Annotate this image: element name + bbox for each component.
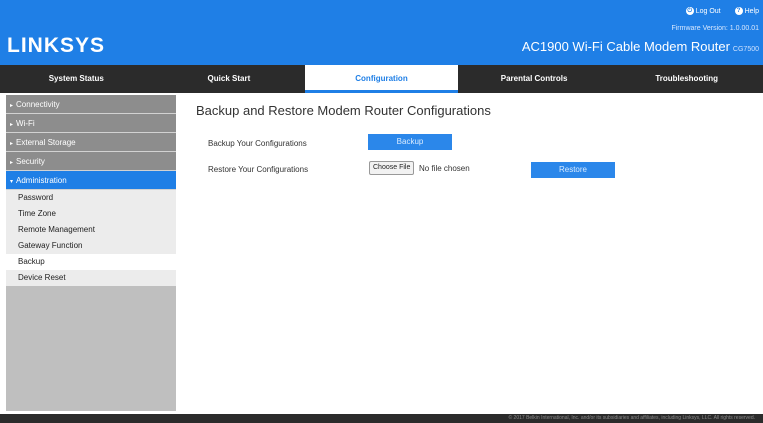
file-status-text: No file chosen — [419, 164, 470, 173]
caret-right-icon: ▸ — [10, 103, 14, 109]
model-number: CG7500 — [732, 46, 759, 53]
sidebar-subitem-remote-management[interactable]: Remote Management — [6, 222, 176, 238]
model-title: AC1900 Wi-Fi Cable Modem Router — [521, 39, 730, 54]
caret-right-icon: ▸ — [10, 160, 14, 166]
sidebar-item-security[interactable]: ▸ Security — [6, 152, 176, 171]
tab-troubleshooting[interactable]: Troubleshooting — [610, 65, 763, 93]
sidebar-subitem-password[interactable]: Password — [6, 190, 176, 206]
logout-link[interactable]: ⏻ Log Out — [685, 7, 721, 15]
sidebar-subitem-time-zone[interactable]: Time Zone — [6, 206, 176, 222]
caret-right-icon: ▸ — [10, 141, 14, 147]
power-icon: ⏻ — [685, 7, 694, 15]
logout-label: Log Out — [695, 7, 721, 15]
caret-right-icon: ▸ — [10, 122, 14, 128]
sidebar-item-connectivity[interactable]: ▸ Connectivity — [6, 95, 176, 114]
firmware-version: Firmware Version: 1.0.00.01 — [671, 25, 759, 32]
restore-button[interactable]: Restore — [531, 162, 615, 178]
main-content: Backup and Restore Modem Router Configur… — [194, 95, 759, 411]
copyright-text: © 2017 Belkin International, Inc. and/or… — [508, 415, 755, 421]
sidebar-subitem-gateway-function[interactable]: Gateway Function — [6, 238, 176, 254]
sidebar-item-label: Connectivity — [16, 100, 60, 109]
header-bar: LINKSYS ⏻ Log Out ? Help Firmware Version:… — [0, 0, 763, 65]
sidebar-item-label: Security — [16, 157, 45, 166]
backup-button[interactable]: Backup — [368, 134, 452, 150]
sidebar-item-label: External Storage — [16, 138, 76, 147]
help-icon: ? — [734, 7, 743, 15]
sidebar-item-wifi[interactable]: ▸ Wi-Fi — [6, 114, 176, 133]
sidebar-item-label: Administration — [16, 176, 67, 185]
tab-quick-start[interactable]: Quick Start — [153, 65, 306, 93]
tab-system-status[interactable]: System Status — [0, 65, 153, 93]
main-nav: System Status Quick Start Configuration … — [0, 65, 763, 93]
sidebar-subitem-backup[interactable]: Backup — [6, 254, 176, 270]
backup-label: Backup Your Configurations — [208, 139, 307, 148]
help-label: Help — [744, 7, 759, 15]
sidebar-item-external-storage[interactable]: ▸ External Storage — [6, 133, 176, 152]
page-title: Backup and Restore Modem Router Configur… — [196, 103, 491, 118]
sidebar: ▸ Connectivity ▸ Wi-Fi ▸ External Storage ▸… — [6, 95, 176, 411]
tab-parental-controls[interactable]: Parental Controls — [458, 65, 611, 93]
sidebar-subitem-device-reset[interactable]: Device Reset — [6, 270, 176, 286]
choose-file-button[interactable]: Choose File — [369, 161, 415, 175]
model-name: AC1900 Wi-Fi Cable Modem Router CG7500 — [522, 39, 759, 54]
linksys-logo: LINKSYS — [7, 34, 106, 57]
top-links: ⏻ Log Out ? Help — [674, 7, 759, 15]
caret-down-icon: ▾ — [10, 179, 14, 185]
restore-label: Restore Your Configurations — [208, 165, 309, 174]
sidebar-item-label: Wi-Fi — [16, 119, 35, 128]
tab-configuration[interactable]: Configuration — [305, 65, 458, 93]
footer-bar: © 2017 Belkin International, Inc. and/or… — [0, 414, 763, 423]
sidebar-item-administration[interactable]: ▾ Administration — [6, 171, 176, 190]
help-link[interactable]: ? Help — [734, 7, 759, 15]
